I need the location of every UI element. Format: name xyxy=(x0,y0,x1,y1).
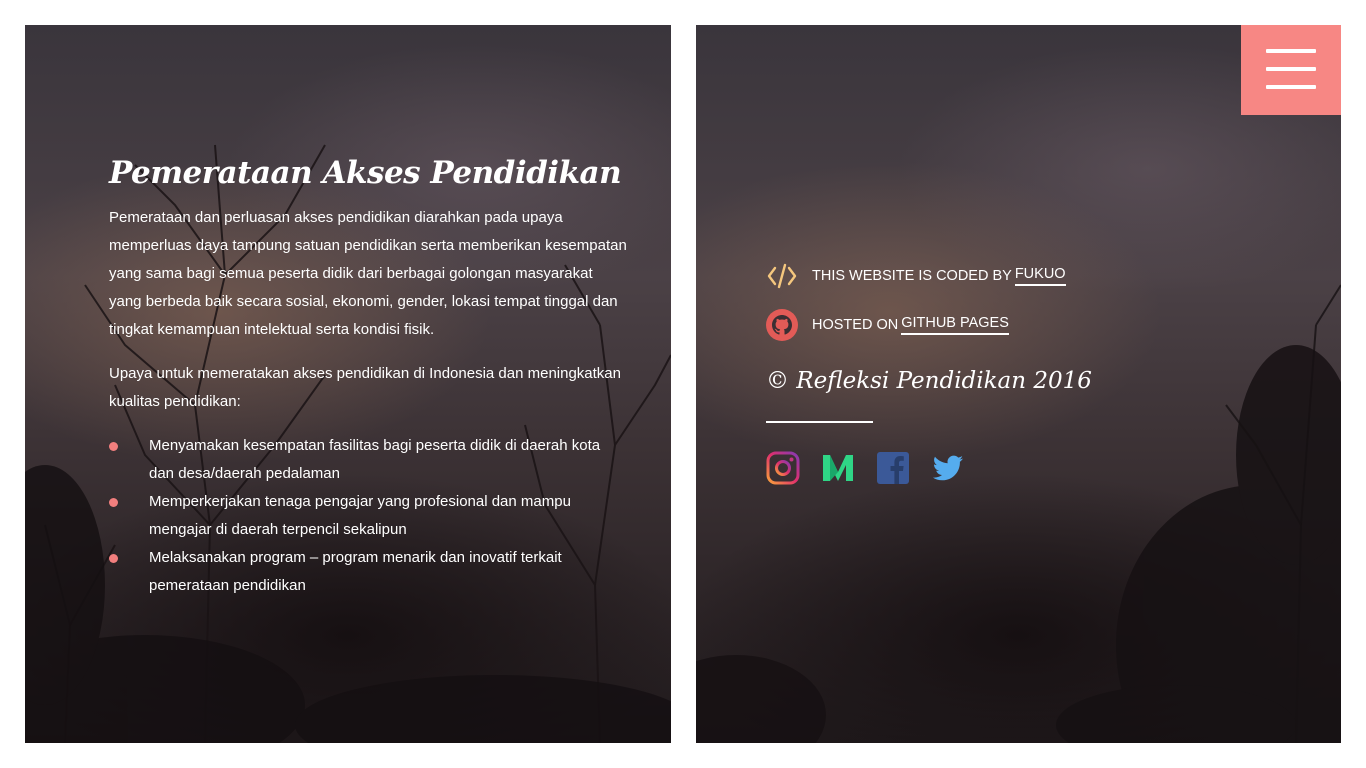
coded-by-text: THIS WEBSITE IS CODED BY xyxy=(812,268,1012,284)
github-pages-link[interactable]: GITHUB PAGES xyxy=(901,315,1009,335)
article-list: Menyamakan kesempatan fasilitas bagi pes… xyxy=(109,432,629,600)
footer-panel: THIS WEBSITE IS CODED BY FUKUO HOSTED ON… xyxy=(696,25,1341,743)
bullet-icon xyxy=(109,554,118,564)
coded-by-row: THIS WEBSITE IS CODED BY FUKUO xyxy=(766,259,1092,293)
menu-button[interactable] xyxy=(1241,25,1341,115)
article-title: Pemerataan Akses Pendidikan xyxy=(109,155,622,191)
list-item: Menyamakan kesempatan fasilitas bagi pes… xyxy=(109,432,629,488)
list-item-text: Melaksanakan program – program menarik d… xyxy=(149,549,562,595)
page: Pemerataan Akses Pendidikan Pemerataan d… xyxy=(0,0,1366,768)
facebook-icon[interactable] xyxy=(876,451,910,485)
article-panel: Pemerataan Akses Pendidikan Pemerataan d… xyxy=(25,25,671,743)
bullet-icon xyxy=(109,442,118,452)
article-paragraph-2: Upaya untuk memeratakan akses pendidikan… xyxy=(109,365,621,411)
bullet-icon xyxy=(109,498,118,508)
github-icon xyxy=(766,309,798,341)
instagram-icon[interactable] xyxy=(766,451,800,485)
twitter-icon[interactable] xyxy=(931,451,965,485)
hamburger-menu-icon xyxy=(1266,67,1316,71)
list-item: Memperkerjakan tenaga pengajar yang prof… xyxy=(109,488,629,544)
hosted-on-row: HOSTED ON GITHUB PAGES xyxy=(766,308,1092,342)
medium-icon[interactable] xyxy=(821,451,855,485)
copyright-text: © Refleksi Pendidikan 2016 xyxy=(766,368,1092,394)
divider xyxy=(766,421,873,423)
hosted-on-text: HOSTED ON xyxy=(812,317,899,333)
fukuo-link[interactable]: FUKUO xyxy=(1014,266,1066,286)
credits: THIS WEBSITE IS CODED BY FUKUO HOSTED ON… xyxy=(766,259,1092,485)
social-links xyxy=(766,451,1092,485)
list-item-text: Menyamakan kesempatan fasilitas bagi pes… xyxy=(149,437,601,483)
list-item: Melaksanakan program – program menarik d… xyxy=(109,544,629,600)
code-icon xyxy=(766,260,798,292)
list-item-text: Memperkerjakan tenaga pengajar yang prof… xyxy=(149,493,571,539)
article-paragraph-1: Pemerataan dan perluasan akses pendidika… xyxy=(109,209,627,339)
article: Pemerataan Akses Pendidikan Pemerataan d… xyxy=(109,155,629,600)
hamburger-menu-icon xyxy=(1266,49,1316,53)
hamburger-menu-icon xyxy=(1266,85,1316,89)
